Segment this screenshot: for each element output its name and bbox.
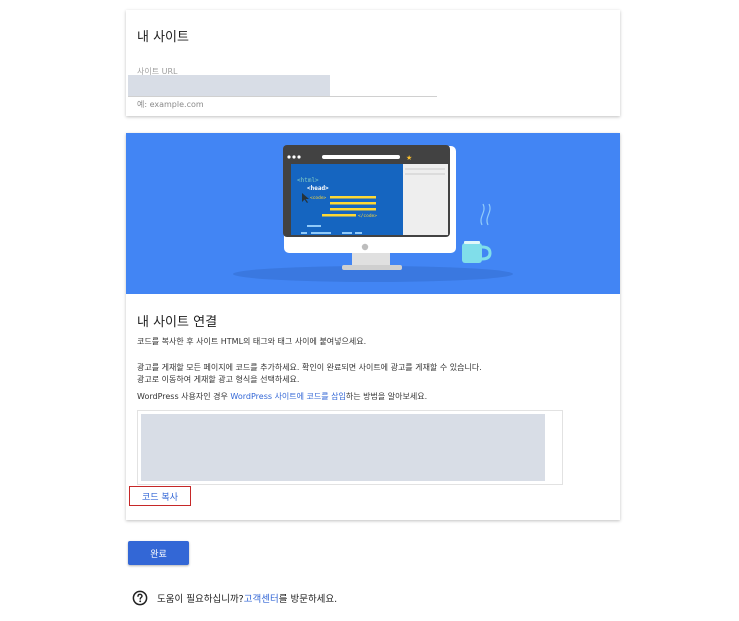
- connect-instruction-1: 코드를 복사한 후 사이트 HTML의 태그와 태그 사이에 붙여넣으세요.: [137, 337, 367, 346]
- copy-code-button[interactable]: 코드 복사: [129, 486, 191, 506]
- help-prefix: 도움이 필요하십니까?: [157, 594, 244, 605]
- my-site-card: 내 사이트 사이트 URL 예: example.com: [126, 10, 620, 116]
- window-dot: [297, 155, 301, 159]
- coffee-mug-illustration: [462, 203, 492, 263]
- wordpress-suffix: 하는 방법을 알아보세요.: [345, 392, 428, 401]
- done-button[interactable]: 완료: [128, 541, 189, 565]
- help-suffix: 를 방문하세요.: [278, 594, 338, 605]
- code-snippet-box[interactable]: [137, 410, 563, 485]
- monitor-foot: [342, 265, 402, 270]
- site-url-input[interactable]: [128, 75, 330, 96]
- head-tag-text: <head>: [307, 185, 329, 192]
- code-open-text: <code>: [310, 195, 327, 201]
- wordpress-note: WordPress 사용자인 경우 WordPress 사이트에 코드를 삽입하…: [137, 391, 427, 402]
- connect-site-card: ★ <html> <head> <code> </code> 내 사이트 연결 …: [126, 133, 620, 520]
- window-dot: [292, 155, 296, 159]
- help-center-link[interactable]: 고객센터: [244, 591, 279, 605]
- wordpress-prefix: WordPress 사용자인 경우: [137, 392, 231, 401]
- site-url-underline: [128, 96, 437, 97]
- help-line: 도움이 필요하십니까? 고객센터 를 방문하세요.: [132, 590, 337, 606]
- star-icon: ★: [406, 154, 412, 162]
- connect-instruction-3: 광고로 이동하여 게재할 광고 형식을 선택하세요.: [137, 375, 300, 384]
- connect-banner: ★ <html> <head> <code> </code>: [126, 133, 620, 294]
- wordpress-link[interactable]: WordPress 사이트에 코드를 삽입: [230, 392, 346, 401]
- monitor-illustration: ★ <html> <head> <code> </code>: [233, 145, 513, 282]
- code-panel: [291, 164, 403, 235]
- power-button: [361, 243, 369, 251]
- connect-instruction-2: 광고를 게재할 모든 페이지에 코드를 추가하세요. 확인이 완료되면 사이트에…: [137, 363, 482, 372]
- site-url-hint: 예: example.com: [137, 100, 204, 109]
- window-dot: [287, 155, 291, 159]
- html-tag-text: <html>: [297, 177, 319, 184]
- code-close-text: </code>: [358, 213, 377, 219]
- connect-title: 내 사이트 연결: [137, 315, 218, 330]
- help-circle-icon: [132, 590, 148, 606]
- site-card-title: 내 사이트: [137, 30, 189, 45]
- code-snippet-placeholder: [141, 414, 545, 481]
- address-bar: [322, 155, 400, 159]
